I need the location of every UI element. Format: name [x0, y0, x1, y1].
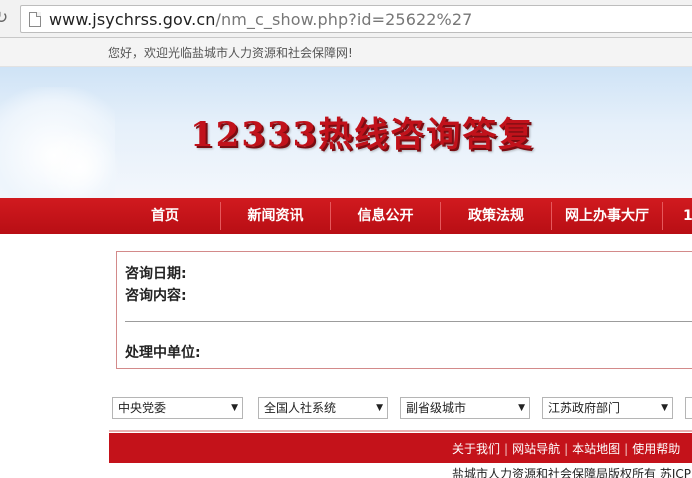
select-jiangsu-gov-dept[interactable]: 江苏政府部门 ▼: [542, 397, 673, 419]
consult-divider: [125, 321, 692, 322]
dropdown-arrow-icon: ▼: [518, 403, 525, 413]
dropdown-arrow-icon: ▼: [661, 403, 668, 413]
nav-item-home[interactable]: 首页: [110, 198, 220, 234]
nav-item-info-disclosure[interactable]: 信息公开: [331, 198, 440, 234]
copyright-text: 盐城市人力资源和社会保障局版权所有 苏ICP: [452, 467, 691, 478]
url-text: www.jsychrss.gov.cn/nm_c_show.php?id=256…: [49, 10, 472, 29]
welcome-text: 您好，欢迎光临盐城市人力资源和社会保障网!: [108, 46, 353, 60]
footer-link-sitemap[interactable]: 本站地图: [572, 442, 620, 456]
nav-item-policy[interactable]: 政策法规: [441, 198, 551, 234]
footer-link-site-nav[interactable]: 网站导航: [512, 442, 560, 456]
select-national-hr-system[interactable]: 全国人社系统 ▼: [258, 397, 388, 419]
browser-address-bar: ↻ www.jsychrss.gov.cn/nm_c_show.php?id=2…: [0, 0, 692, 38]
url-host: www.jsychrss.gov.cn: [49, 10, 216, 29]
select-central-party[interactable]: 中央党委 ▼: [112, 397, 243, 419]
welcome-strip: 您好，欢迎光临盐城市人力资源和社会保障网!: [0, 38, 692, 67]
dropdown-arrow-icon: ▼: [231, 403, 238, 413]
footer-link-about[interactable]: 关于我们: [452, 442, 500, 456]
select-central-party-value: 中央党委: [118, 401, 167, 415]
footer-link-separator: |: [564, 442, 569, 456]
main-nav: 首页 新闻资讯 信息公开 政策法规 网上办事大厅 1: [0, 198, 692, 234]
url-path: /nm_c_show.php?id=25622%27: [215, 10, 473, 29]
banner-cloud-highlight: [40, 127, 120, 198]
nav-item-news[interactable]: 新闻资讯: [221, 198, 330, 234]
footer-links: 关于我们 | 网站导航 | 本站地图 | 使用帮助: [452, 440, 680, 457]
footer-link-help[interactable]: 使用帮助: [632, 442, 680, 456]
nav-item-truncated[interactable]: 1: [663, 198, 692, 234]
select-sub-provincial-city-value: 副省级城市: [406, 401, 467, 415]
banner-title: 12333热线咨询答复: [190, 115, 535, 155]
footer-top-line: [109, 430, 692, 432]
dropdown-arrow-icon: ▼: [376, 403, 383, 413]
consult-content-label: 咨询内容:: [125, 288, 187, 304]
select-national-hr-system-value: 全国人社系统: [264, 401, 337, 415]
handling-unit-label: 处理中单位:: [125, 345, 201, 361]
select-sub-provincial-city[interactable]: 副省级城市 ▼: [400, 397, 530, 419]
select-truncated[interactable]: [685, 397, 692, 419]
reload-icon[interactable]: ↻: [0, 9, 12, 27]
header-banner: 12333热线咨询答复: [0, 67, 692, 198]
consult-detail-box: 咨询日期: 咨询内容: 处理中单位:: [116, 251, 692, 369]
footer-link-separator: |: [624, 442, 629, 456]
nav-item-online-service-hall[interactable]: 网上办事大厅: [552, 198, 662, 234]
select-jiangsu-gov-dept-value: 江苏政府部门: [548, 401, 621, 415]
consult-date-label: 咨询日期:: [125, 266, 187, 282]
page-icon: [29, 12, 41, 27]
url-input[interactable]: www.jsychrss.gov.cn/nm_c_show.php?id=256…: [20, 5, 692, 33]
footer-link-separator: |: [504, 442, 509, 456]
